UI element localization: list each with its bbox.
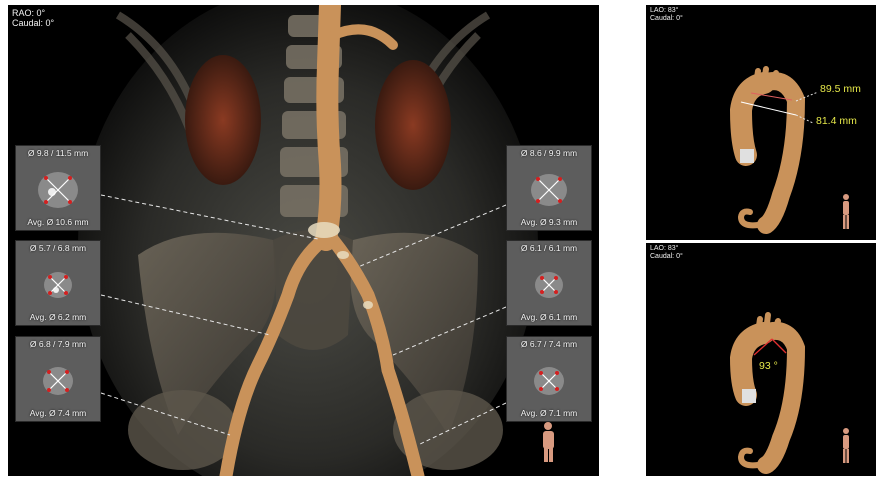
valve-icon	[742, 389, 756, 403]
inset-average-label: Avg. Ø 10.6 mm	[27, 217, 89, 227]
cross-section-inset[interactable]: Ø 6.1 / 6.1 mm Avg. Ø 6.1 mm	[506, 240, 592, 326]
arch-length-measurement: 81.4 mm	[816, 115, 857, 127]
inset-average-label: Avg. Ø 7.1 mm	[520, 408, 578, 418]
orientation-body-icon	[843, 194, 849, 229]
inset-average-label: Avg. Ø 7.4 mm	[29, 408, 87, 418]
main-orientation-label: RAO: 0° Caudal: 0°	[12, 8, 55, 29]
inset-average-label: Avg. Ø 6.1 mm	[520, 312, 578, 322]
left-kidney	[185, 55, 261, 185]
cross-section-inset[interactable]: Ø 5.7 / 6.8 mm Avg. Ø 6.2 mm	[15, 240, 101, 326]
inset-diameter-label: Ø 6.1 / 6.1 mm	[520, 243, 578, 253]
aortic-arch-length-view[interactable]: LAO: 83° Caudal: 0° 89.5 mm 81.4 mm	[646, 5, 876, 240]
right-kidney	[375, 60, 451, 190]
left-hip-joint	[128, 390, 238, 470]
cross-section-inset[interactable]: Ø 6.7 / 7.4 mm Avg. Ø 7.1 mm	[506, 336, 592, 422]
inset-average-label: Avg. Ø 9.3 mm	[520, 217, 578, 227]
inset-diameter-label: Ø 9.8 / 11.5 mm	[27, 148, 89, 158]
arch-top-orientation-label: LAO: 83° Caudal: 0°	[650, 7, 683, 23]
arch-angle-measurement: 93 °	[759, 360, 778, 372]
aortic-arch-angle-view[interactable]: LAO: 83° Caudal: 0° 93 °	[646, 243, 876, 476]
inset-diameter-label: Ø 5.7 / 6.8 mm	[29, 243, 87, 253]
inset-diameter-label: Ø 6.7 / 7.4 mm	[520, 339, 578, 349]
inset-average-label: Avg. Ø 6.2 mm	[29, 312, 87, 322]
ascending-length-measurement: 89.5 mm	[820, 83, 861, 95]
inset-diameter-label: Ø 8.6 / 9.9 mm	[520, 148, 578, 158]
main-3d-view[interactable]: RAO: 0° Caudal: 0° Ø 9.8 / 11.5 mm Avg. …	[8, 5, 599, 476]
cross-section-inset[interactable]: Ø 6.8 / 7.9 mm Avg. Ø 7.4 mm	[15, 336, 101, 422]
valve-icon	[740, 149, 754, 163]
inset-diameter-label: Ø 6.8 / 7.9 mm	[29, 339, 87, 349]
cross-section-inset[interactable]: Ø 8.6 / 9.9 mm Avg. Ø 9.3 mm	[506, 145, 592, 231]
cross-section-inset[interactable]: Ø 9.8 / 11.5 mm Avg. Ø 10.6 mm	[15, 145, 101, 231]
orientation-body-icon	[843, 428, 849, 463]
arch-bottom-orientation-label: LAO: 83° Caudal: 0°	[650, 245, 683, 261]
